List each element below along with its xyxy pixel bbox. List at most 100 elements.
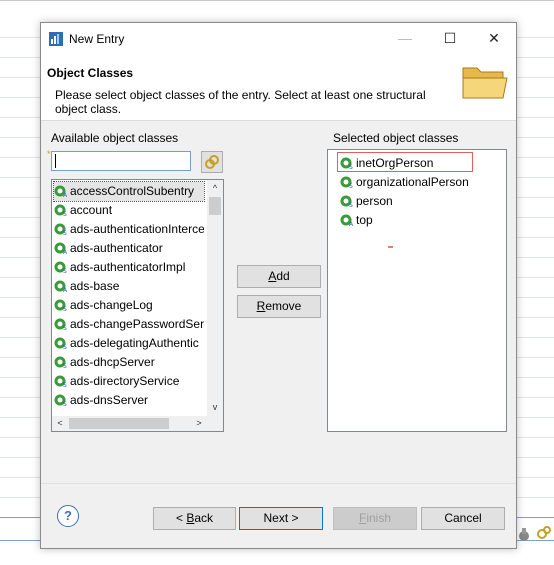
list-item-label: ads-dhcpServer	[70, 355, 155, 369]
list-item-label: account	[70, 203, 113, 217]
list-item-label: ads-changePasswordSer	[70, 317, 204, 331]
vertical-scrollbar[interactable]: ^ v	[207, 180, 223, 416]
svg-text:S: S	[63, 230, 67, 236]
list-item[interactable]: SorganizationalPerson	[340, 173, 469, 192]
close-button[interactable]: ✕	[474, 23, 514, 54]
svg-text:S: S	[63, 382, 67, 388]
scroll-thumb[interactable]	[69, 418, 169, 429]
back-button[interactable]: < Back	[153, 507, 236, 530]
footer-separator	[41, 483, 516, 484]
scroll-left-button[interactable]: <	[52, 416, 68, 431]
background-edge	[0, 0, 554, 1]
page-description: Please select object classes of the entr…	[55, 88, 426, 116]
horizontal-scrollbar[interactable]: < >	[52, 416, 223, 431]
list-item-label: accessControlSubentry	[70, 184, 195, 198]
list-item-label: ads-authenticator	[70, 241, 163, 255]
page-title: Object Classes	[47, 66, 134, 80]
scroll-up-button[interactable]: ^	[207, 180, 223, 197]
list-item[interactable]: Aads-authenticator	[54, 239, 204, 258]
list-item[interactable]: Sperson	[340, 192, 393, 211]
svg-text:S: S	[63, 344, 67, 350]
list-item[interactable]: Sads-authenticationInterce	[54, 220, 204, 239]
new-entry-dialog: New Entry — ☐ ✕ Object Classes Please se…	[40, 22, 517, 549]
object-class-icon: S	[54, 299, 67, 312]
scroll-thumb[interactable]	[209, 197, 221, 215]
add-label-rest: dd	[276, 269, 290, 283]
object-class-icon: S	[54, 394, 67, 407]
minimize-button[interactable]: —	[385, 23, 425, 54]
toolbar-icons[interactable]	[514, 524, 554, 544]
scroll-down-button[interactable]: v	[207, 399, 223, 416]
text-cursor	[55, 154, 56, 168]
list-item-label: ads-base	[70, 279, 120, 293]
selected-label: Selected object classes	[333, 131, 459, 145]
filter-input[interactable]	[51, 151, 191, 171]
list-item[interactable]: Sads-changeLog	[54, 296, 204, 315]
list-item[interactable]: Sads-directoryService	[54, 372, 204, 391]
svg-text:S: S	[349, 183, 353, 189]
list-item[interactable]: Aads-base	[54, 277, 204, 296]
svg-text:A: A	[63, 249, 68, 255]
object-class-icon: S	[54, 375, 67, 388]
svg-text:S: S	[63, 306, 67, 312]
available-label: Available object classes	[51, 131, 179, 145]
list-item[interactable]: Sads-dhcpServer	[54, 353, 204, 372]
title-bar[interactable]: New Entry — ☐ ✕	[41, 23, 516, 54]
filter-button[interactable]	[201, 151, 223, 173]
svg-text:S: S	[63, 268, 67, 274]
finish-button[interactable]: Finish	[333, 507, 417, 530]
remove-label-rest: emove	[265, 299, 302, 313]
list-item-label: person	[356, 194, 393, 208]
cancel-button[interactable]: Cancel	[421, 507, 505, 530]
object-class-icon: S	[54, 318, 67, 331]
wizard-header: Object Classes Please select object clas…	[41, 54, 516, 121]
object-class-icon: S	[54, 223, 67, 236]
object-class-icon: A	[340, 214, 354, 227]
add-button[interactable]: Add	[237, 265, 321, 288]
finish-label-rest: inish	[366, 511, 392, 525]
next-button[interactable]: Next >	[239, 507, 323, 530]
object-class-icon: S	[54, 204, 67, 217]
help-button[interactable]: ?	[57, 505, 79, 527]
svg-text:A: A	[349, 221, 354, 227]
selected-classes-list[interactable]: SinetOrgPerson SorganizationalPerson Spe…	[327, 149, 507, 432]
app-icon	[49, 32, 63, 46]
object-class-icon: A	[54, 185, 68, 198]
list-item[interactable]: Sads-dnsServer	[54, 391, 204, 410]
svg-text:A: A	[63, 287, 68, 293]
list-item-label: ads-authenticationInterce	[70, 222, 204, 236]
available-classes-list[interactable]: AaccessControlSubentry Saccount Sads-aut…	[51, 179, 224, 432]
object-class-icon: S	[340, 195, 353, 208]
maximize-button[interactable]: ☐	[430, 23, 470, 54]
object-class-icon: A	[54, 242, 68, 255]
link-icon	[205, 155, 219, 169]
highlight-box	[337, 152, 473, 172]
svg-text:S: S	[349, 202, 353, 208]
list-item[interactable]: AaccessControlSubentry	[53, 181, 205, 202]
object-class-icon: S	[54, 261, 67, 274]
scroll-right-button[interactable]: >	[191, 416, 207, 431]
list-item[interactable]: Sads-authenticatorImpl	[54, 258, 204, 277]
list-item-label: ads-authenticatorImpl	[70, 260, 186, 274]
object-class-icon: A	[54, 280, 68, 293]
list-item-label: ads-dnsServer	[70, 393, 149, 407]
list-item[interactable]: SinetOrgPerson	[337, 152, 473, 173]
list-item[interactable]: Sads-changePasswordSer	[54, 315, 204, 334]
svg-text:S: S	[63, 401, 67, 407]
list-item-label: ads-delegatingAuthentic	[70, 336, 199, 350]
list-item[interactable]: Atop	[340, 211, 373, 230]
back-label: <	[175, 511, 187, 525]
link-icon	[537, 526, 551, 539]
svg-text:S: S	[63, 325, 67, 331]
list-item-label: ads-changeLog	[70, 298, 153, 312]
folder-icon	[462, 67, 508, 99]
object-class-icon: S	[54, 356, 67, 369]
list-item-label: top	[356, 213, 373, 227]
remove-button[interactable]: Remove	[237, 295, 321, 318]
list-item[interactable]: Saccount	[54, 201, 204, 220]
svg-text:A: A	[63, 192, 68, 198]
annotation-mark	[388, 246, 393, 248]
svg-text:S: S	[63, 211, 67, 217]
object-class-icon: S	[340, 176, 353, 189]
list-item[interactable]: Sads-delegatingAuthentic	[54, 334, 204, 353]
